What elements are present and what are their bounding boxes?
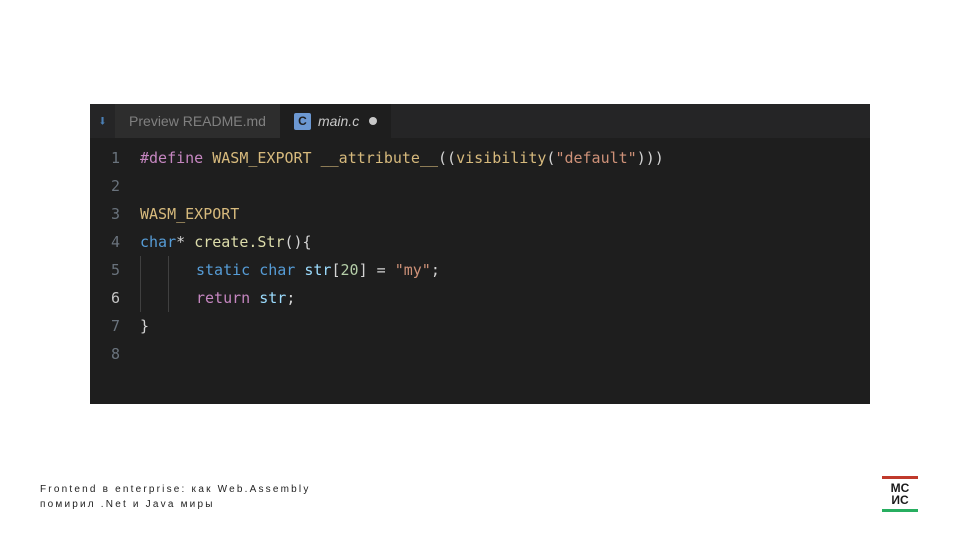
code-line: static char str[20] = "my"; bbox=[140, 256, 870, 284]
unsaved-indicator-icon bbox=[369, 117, 377, 125]
code-line: } bbox=[140, 312, 870, 340]
line-number: 5 bbox=[90, 256, 120, 284]
arrow-down-icon[interactable]: ⬇ bbox=[90, 104, 115, 138]
tab-label: main.c bbox=[318, 113, 359, 129]
code-line: #define WASM_EXPORT __attribute__((visib… bbox=[140, 144, 870, 172]
line-number: 6 bbox=[90, 284, 120, 312]
slide-footer: Frontend в enterprise: как Web.Assembly … bbox=[40, 482, 311, 512]
c-language-icon: C bbox=[294, 113, 311, 130]
code-line bbox=[140, 172, 870, 200]
code-line: return str; bbox=[140, 284, 870, 312]
code-line bbox=[140, 340, 870, 368]
tab-preview-readme[interactable]: Preview README.md bbox=[115, 104, 280, 138]
logo-text-bot: ИС bbox=[891, 494, 908, 506]
line-number: 4 bbox=[90, 228, 120, 256]
code-editor: ⬇ Preview README.md C main.c 1 2 3 4 5 6… bbox=[90, 104, 870, 404]
line-number: 8 bbox=[90, 340, 120, 368]
tab-main-c[interactable]: C main.c bbox=[280, 104, 391, 138]
tab-label: Preview README.md bbox=[129, 113, 266, 129]
code-content[interactable]: #define WASM_EXPORT __attribute__((visib… bbox=[134, 144, 870, 404]
code-line: char* create.Str(){ bbox=[140, 228, 870, 256]
mcc-logo-icon: MC ИС bbox=[882, 476, 918, 512]
line-number-gutter: 1 2 3 4 5 6 7 8 bbox=[90, 144, 134, 404]
line-number: 2 bbox=[90, 172, 120, 200]
footer-line: помирил .Net и Java миры bbox=[40, 497, 311, 512]
line-number: 3 bbox=[90, 200, 120, 228]
code-area[interactable]: 1 2 3 4 5 6 7 8 #define WASM_EXPORT __at… bbox=[90, 138, 870, 404]
code-line: WASM_EXPORT bbox=[140, 200, 870, 228]
line-number: 1 bbox=[90, 144, 120, 172]
tab-bar: ⬇ Preview README.md C main.c bbox=[90, 104, 870, 138]
footer-line: Frontend в enterprise: как Web.Assembly bbox=[40, 482, 311, 497]
line-number: 7 bbox=[90, 312, 120, 340]
